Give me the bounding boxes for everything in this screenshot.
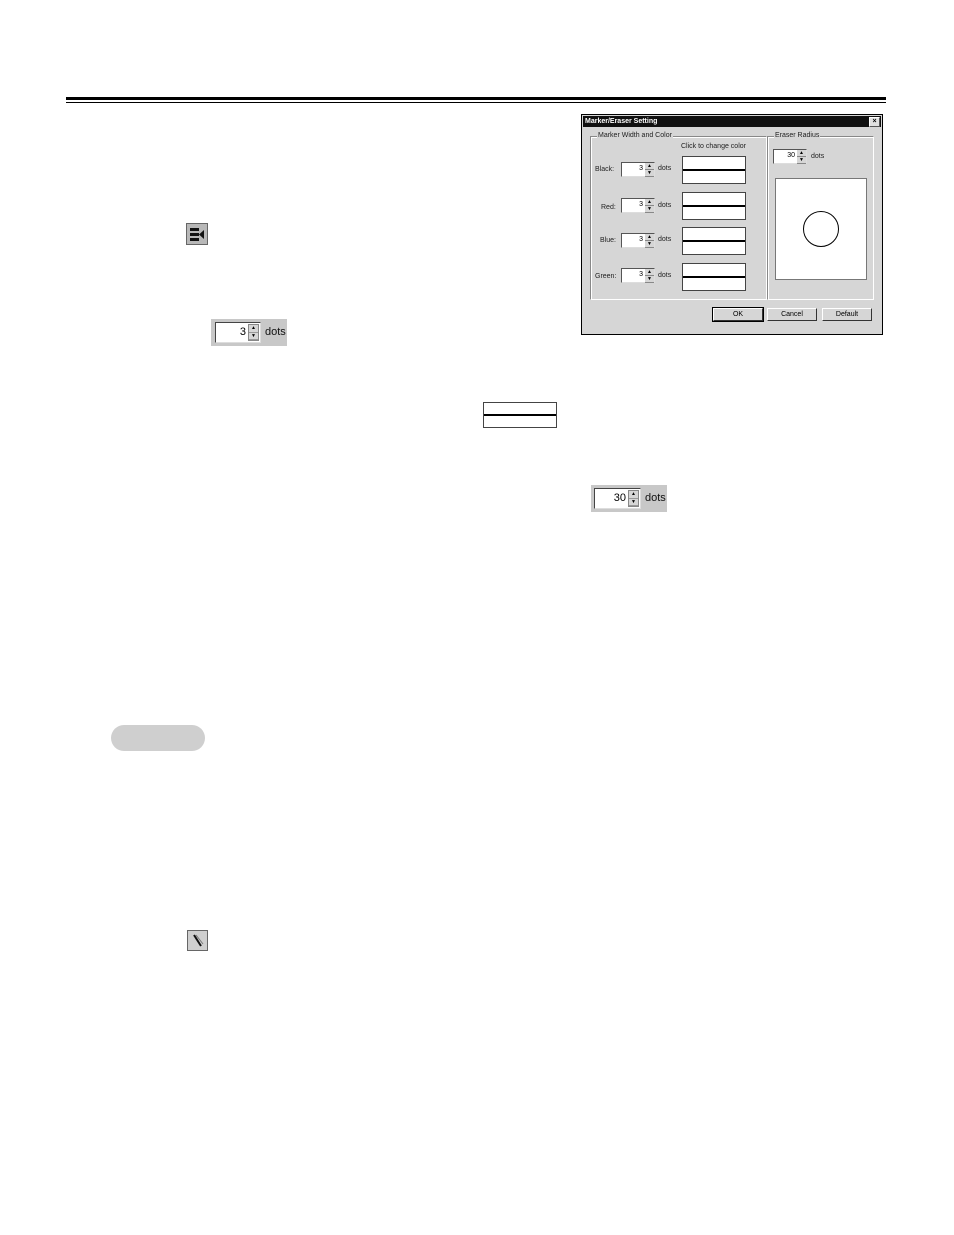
eraser-icon — [187, 930, 208, 951]
click-to-change-label: Click to change color — [681, 143, 746, 150]
eraser-preview-circle — [803, 211, 839, 247]
eraser-radius-value: 30 — [787, 152, 795, 159]
spin-up-icon[interactable]: ▲ — [629, 491, 638, 499]
close-button[interactable]: × — [869, 117, 880, 127]
marker-width-spin[interactable]: ▲ ▼ — [248, 324, 259, 341]
dialog-titlebar: Marker/Eraser Setting × — [583, 116, 881, 127]
cancel-button[interactable]: Cancel — [767, 308, 817, 321]
black-width-value: 3 — [639, 165, 643, 172]
red-spin-buttons[interactable]: ▲ ▼ — [645, 199, 654, 213]
red-label: Red: — [601, 204, 616, 211]
blue-width-value: 3 — [639, 236, 643, 243]
marker-width-unit: dots — [265, 326, 286, 338]
eraser-radius-value-inline: 30 — [613, 492, 626, 504]
marker-settings-icon-glyph — [190, 228, 204, 241]
green-spin-buttons[interactable]: ▲ ▼ — [645, 269, 654, 283]
spin-up-icon[interactable]: ▲ — [645, 199, 654, 206]
header-rule-thin — [66, 102, 886, 103]
red-color-swatch[interactable] — [682, 192, 746, 220]
spin-down-icon[interactable]: ▼ — [797, 157, 806, 164]
eraser-radius-spinner[interactable]: 30 ▲ ▼ — [773, 149, 807, 164]
green-color-swatch[interactable] — [682, 263, 746, 291]
black-label: Black: — [595, 166, 615, 173]
green-width-spinner[interactable]: 3 ▲ ▼ — [621, 268, 655, 283]
blue-unit: dots — [658, 236, 672, 243]
default-button[interactable]: Default — [822, 308, 872, 321]
dialog-title: Marker/Eraser Setting — [585, 118, 658, 125]
spin-down-icon[interactable]: ▼ — [249, 333, 258, 340]
marker-settings-icon — [186, 223, 208, 245]
spin-up-icon[interactable]: ▲ — [645, 163, 654, 170]
marker-width-field[interactable]: 3 ▲ ▼ — [215, 322, 261, 343]
spin-up-icon[interactable]: ▲ — [249, 325, 258, 333]
spin-down-icon[interactable]: ▼ — [645, 206, 654, 213]
note-pill — [111, 725, 205, 751]
header-rule-thick — [66, 97, 886, 100]
eraser-radius-unit: dots — [645, 492, 666, 504]
eraser-radius-spin[interactable]: ▲ ▼ — [628, 490, 639, 507]
eraser-radius-callout: 30 ▲ ▼ dots — [591, 485, 667, 512]
eraser-group-label: Eraser Radius — [774, 132, 821, 139]
eraser-icon-glyph — [193, 934, 204, 947]
spin-down-icon[interactable]: ▼ — [645, 241, 654, 248]
ok-button[interactable]: OK — [712, 307, 764, 322]
blue-label: Blue: — [600, 237, 616, 244]
marker-width-callout: 3 ▲ ▼ dots — [211, 319, 287, 346]
spin-down-icon[interactable]: ▼ — [645, 170, 654, 177]
red-width-value: 3 — [639, 201, 643, 208]
black-unit: dots — [658, 165, 672, 172]
green-width-value: 3 — [639, 271, 643, 278]
marker-eraser-dialog: Marker/Eraser Setting × Marker Width and… — [581, 114, 883, 335]
black-width-spinner[interactable]: 3 ▲ ▼ — [621, 162, 655, 177]
eraser-unit: dots — [811, 153, 825, 160]
color-swatch-callout[interactable] — [483, 402, 557, 428]
spin-down-icon[interactable]: ▼ — [645, 276, 654, 283]
eraser-spin-buttons[interactable]: ▲ ▼ — [797, 150, 806, 164]
blue-spin-buttons[interactable]: ▲ ▼ — [645, 234, 654, 248]
green-unit: dots — [658, 272, 672, 279]
red-unit: dots — [658, 202, 672, 209]
eraser-preview — [775, 178, 867, 280]
eraser-radius-field[interactable]: 30 ▲ ▼ — [594, 488, 641, 509]
green-label: Green: — [595, 273, 617, 280]
marker-group-label: Marker Width and Color — [597, 132, 673, 139]
spin-down-icon[interactable]: ▼ — [629, 499, 638, 506]
marker-width-value: 3 — [239, 326, 246, 338]
spin-up-icon[interactable]: ▲ — [797, 150, 806, 157]
black-color-swatch[interactable] — [682, 156, 746, 184]
spin-up-icon[interactable]: ▲ — [645, 269, 654, 276]
red-width-spinner[interactable]: 3 ▲ ▼ — [621, 198, 655, 213]
spin-up-icon[interactable]: ▲ — [645, 234, 654, 241]
blue-width-spinner[interactable]: 3 ▲ ▼ — [621, 233, 655, 248]
black-spin-buttons[interactable]: ▲ ▼ — [645, 163, 654, 177]
blue-color-swatch[interactable] — [682, 227, 746, 255]
